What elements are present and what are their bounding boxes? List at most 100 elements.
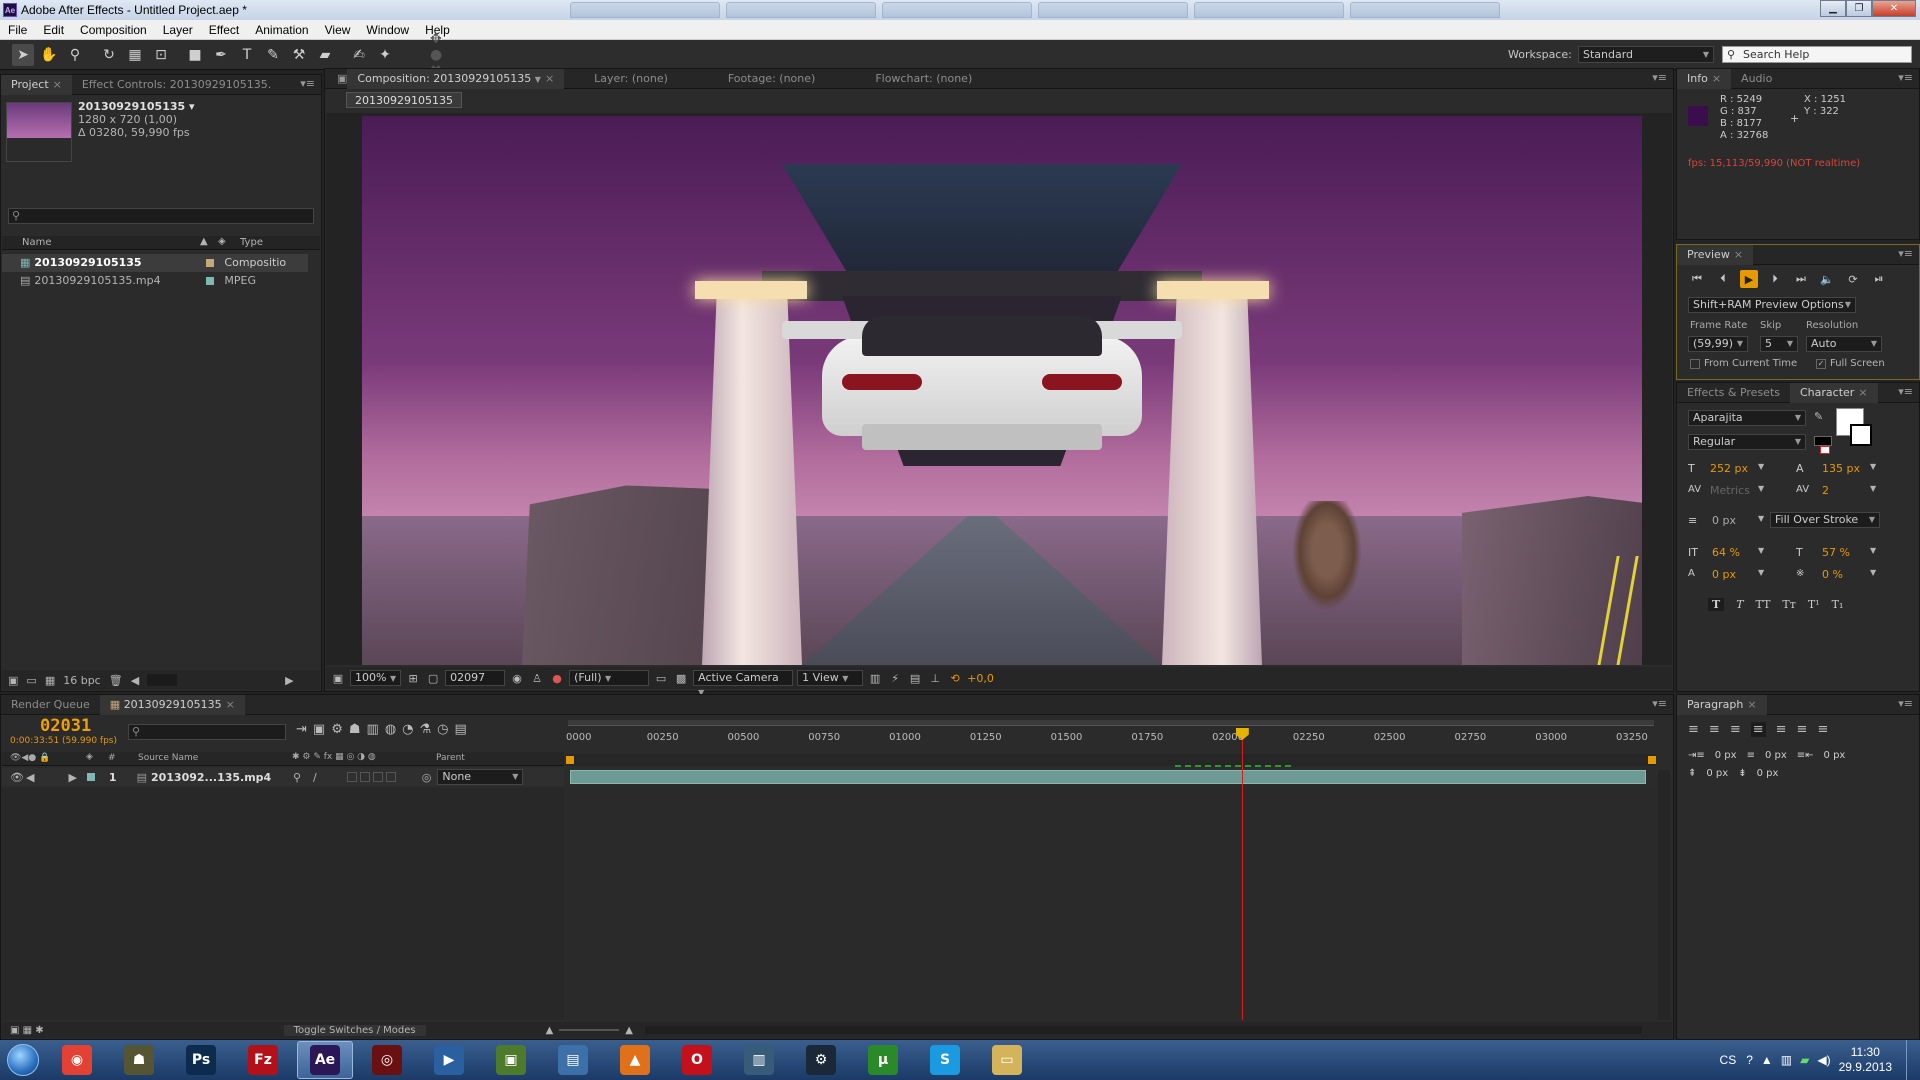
transparency-grid-icon[interactable]: ▩ <box>673 670 689 686</box>
column-parent[interactable]: Parent <box>436 753 465 763</box>
menu-file[interactable]: File <box>0 23 35 37</box>
scroll-left-icon[interactable]: ◀ <box>131 674 139 687</box>
column-source-name[interactable]: Source Name <box>138 753 198 763</box>
always-preview-icon[interactable]: ▣ <box>330 670 346 686</box>
clock[interactable]: 11:30 29.9.2013 <box>1839 1045 1892 1075</box>
chevron-down-icon[interactable]: ▼ <box>1870 462 1876 471</box>
draft-3d-icon[interactable]: ⚙ <box>331 722 343 737</box>
menu-view[interactable]: View <box>317 23 359 37</box>
taskbar-network-icon[interactable]: ▤ <box>545 1041 601 1079</box>
lock-icon[interactable]: ▣ <box>337 72 347 85</box>
menu-layer[interactable]: Layer <box>155 23 201 37</box>
label-swatch[interactable] <box>86 773 95 781</box>
help-icon[interactable]: ? <box>1746 1053 1753 1067</box>
justify-last-left-icon[interactable]: ≡ <box>1750 722 1766 737</box>
tab-preview[interactable]: Preview × <box>1677 244 1754 265</box>
camera-tool-icon[interactable]: ▦ <box>124 44 146 66</box>
taskbar-filezilla-icon[interactable]: Fz <box>235 1041 291 1079</box>
taskbar-minecraft-icon[interactable]: ▣ <box>483 1041 539 1079</box>
pan-behind-tool-icon[interactable]: ⊡ <box>150 44 172 66</box>
close-button[interactable]: ✕ <box>1872 0 1916 17</box>
work-area-bar[interactable] <box>568 720 1654 726</box>
indent-right-value[interactable]: 0 px <box>1824 750 1846 761</box>
panel-menu-icon[interactable]: ▾≡ <box>1898 71 1913 84</box>
panel-menu-icon[interactable]: ▾≡ <box>1898 247 1913 260</box>
tab-info[interactable]: Info × <box>1677 68 1732 89</box>
mask-visibility-icon[interactable]: ▢ <box>425 670 441 686</box>
horizontal-scale-value[interactable]: 57 % <box>1822 546 1850 559</box>
rectangle-tool-icon[interactable]: ■ <box>184 44 206 66</box>
roto-brush-tool-icon[interactable]: ✍ <box>348 44 370 66</box>
fast-previews-icon[interactable]: ⚡ <box>887 670 903 686</box>
tab-project[interactable]: Project × <box>1 74 72 95</box>
timeline-horizontal-scrollbar[interactable] <box>645 1026 1642 1034</box>
navigator-start-handle[interactable] <box>566 756 574 764</box>
brush-tool-icon[interactable]: ✎ <box>262 44 284 66</box>
tab-paragraph[interactable]: Paragraph × <box>1677 694 1767 715</box>
hand-tool-icon[interactable]: ✋ <box>38 44 60 66</box>
taskbar-media-player-icon[interactable]: ▶ <box>421 1041 477 1079</box>
from-current-time-checkbox[interactable]: From Current Time <box>1690 358 1797 369</box>
taskbar-utorrent-icon[interactable]: µ <box>855 1041 911 1079</box>
timeline-search-input[interactable]: ⚲ <box>128 724 286 740</box>
current-timecode[interactable]: 02031 <box>40 716 91 736</box>
space-before-value[interactable]: 0 px <box>1706 768 1728 779</box>
taskbar-aftereffects-icon[interactable]: Ae <box>297 1041 353 1079</box>
space-after-value[interactable]: 0 px <box>1757 768 1779 779</box>
expand-layer-switches-icon[interactable]: ▣ ▦ ✱ <box>10 1025 44 1036</box>
tab-timeline-comp[interactable]: ▦ 20130929105135 × <box>99 694 245 715</box>
ram-preview-icon[interactable]: ⏯ <box>1870 270 1888 288</box>
navigator-end-handle[interactable] <box>1648 756 1656 764</box>
composition-breadcrumb[interactable]: 20130929105135 <box>346 92 462 108</box>
time-navigator[interactable] <box>566 754 1656 766</box>
selection-tool-icon[interactable]: ➤ <box>12 43 34 66</box>
taskbar-chrome-icon[interactable]: ◉ <box>49 1041 105 1079</box>
toggle-switches-modes-button[interactable]: Toggle Switches / Modes <box>283 1024 426 1036</box>
no-color-swatch[interactable] <box>1820 446 1830 454</box>
pen-tool-icon[interactable]: ✒ <box>210 44 232 66</box>
interpret-footage-icon[interactable]: ▣ <box>8 674 18 687</box>
superscript-button[interactable]: T¹ <box>1808 598 1820 611</box>
show-hidden-icons[interactable]: ▲ <box>1761 1053 1773 1067</box>
taskbar-window-app-icon[interactable]: ▥ <box>731 1041 787 1079</box>
audio-icon[interactable]: ◀ <box>26 771 34 784</box>
table-row[interactable]: 👁 ◀ ▶ 1 ▤ 2013092...135.mp4 ⚲ / ◎ None ▼ <box>2 768 564 786</box>
all-caps-button[interactable]: TT <box>1756 598 1771 611</box>
next-frame-icon[interactable]: ⏵ <box>1766 270 1784 288</box>
taskbar-skype-icon[interactable]: S <box>917 1041 973 1079</box>
timeline-zoom-slider[interactable] <box>559 1029 620 1031</box>
timeline-vertical-scrollbar[interactable] <box>1658 770 1670 1020</box>
taskbar-photoshop-icon[interactable]: Ps <box>173 1041 229 1079</box>
zoom-in-icon[interactable]: ▲ <box>625 1025 633 1036</box>
quality-switch-icon[interactable]: / <box>313 771 317 784</box>
panel-menu-icon[interactable]: ▾≡ <box>300 77 315 90</box>
show-desktop-button[interactable] <box>1906 1040 1920 1080</box>
language-indicator[interactable]: CS <box>1720 1053 1737 1067</box>
font-style-select[interactable]: Regular ▼ <box>1688 434 1806 450</box>
indent-left-value[interactable]: 0 px <box>1715 750 1737 761</box>
audio-toggle-icon[interactable]: 🔈 <box>1818 270 1836 288</box>
start-button[interactable] <box>0 1040 46 1080</box>
taskbar-app-red-icon[interactable]: ◎ <box>359 1041 415 1079</box>
align-center-icon[interactable]: ≡ <box>1709 722 1720 737</box>
chevron-down-icon[interactable]: ▼ <box>1870 568 1876 577</box>
panel-menu-icon[interactable]: ▾≡ <box>1898 385 1913 398</box>
menu-effect[interactable]: Effect <box>201 23 247 37</box>
chevron-down-icon[interactable]: ▼ <box>1870 484 1876 493</box>
eyedropper-icon[interactable]: ✎ <box>1814 410 1823 423</box>
tracking-value[interactable]: 2 <box>1822 484 1829 497</box>
tab-audio[interactable]: Audio <box>1731 69 1782 89</box>
tab-flowchart[interactable]: Flowchart: (none) <box>865 69 982 89</box>
resolution-select[interactable]: (Full) ▼ <box>569 670 650 686</box>
tab-effect-controls[interactable]: Effect Controls: 20130929105135. <box>72 75 281 95</box>
snapshot-camera-icon[interactable]: ◉ <box>509 670 525 686</box>
faux-bold-button[interactable]: T <box>1708 598 1725 611</box>
horizontal-scrollbar[interactable] <box>147 674 178 686</box>
region-of-interest-icon[interactable]: ▭ <box>653 670 669 686</box>
last-frame-icon[interactable]: ⏭ <box>1792 270 1810 288</box>
baseline-shift-value[interactable]: 0 px <box>1712 568 1736 581</box>
chevron-down-icon[interactable]: ▼ <box>1870 546 1876 555</box>
chevron-down-icon[interactable]: ▼ <box>1758 546 1764 555</box>
justify-all-icon[interactable]: ≡ <box>1817 722 1828 737</box>
panel-menu-icon[interactable]: ▾≡ <box>1898 697 1913 710</box>
